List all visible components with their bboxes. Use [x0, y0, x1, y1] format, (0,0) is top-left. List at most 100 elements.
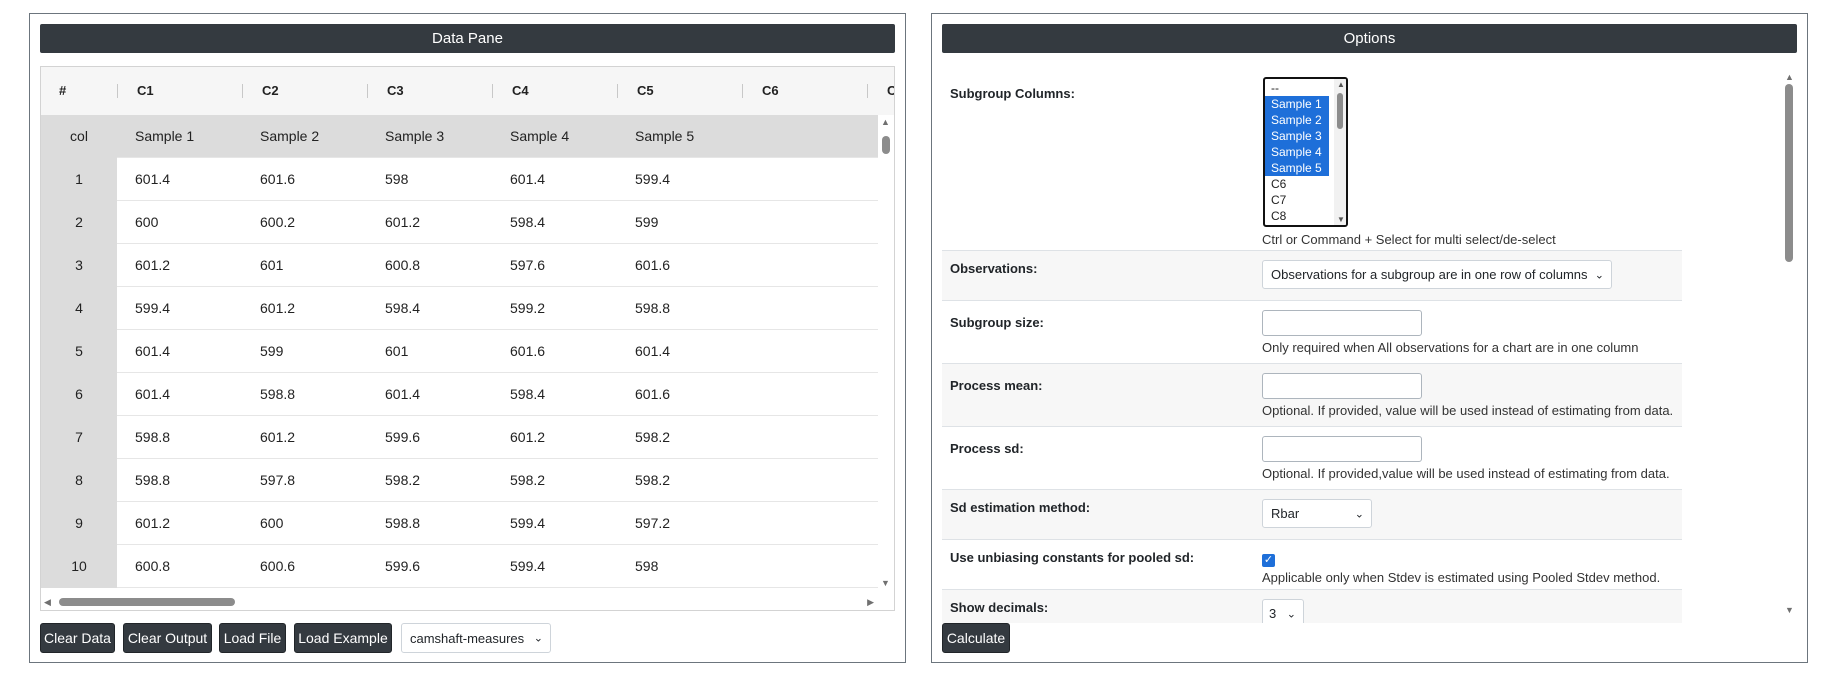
table-cell[interactable]: 601.6: [242, 158, 367, 201]
table-cell[interactable]: 601.2: [117, 502, 242, 545]
table-cell[interactable]: 598: [617, 545, 742, 588]
scroll-down-arrow-icon[interactable]: ▼: [881, 578, 890, 588]
table-cell[interactable]: 601.4: [117, 330, 242, 373]
table-cell[interactable]: 601.4: [367, 373, 492, 416]
table-cell[interactable]: 599.6: [367, 416, 492, 459]
table-cell[interactable]: 601.6: [492, 330, 617, 373]
column-header-c6[interactable]: C6: [742, 67, 867, 115]
column-header-c4[interactable]: C4: [492, 67, 617, 115]
table-cell[interactable]: 601.4: [617, 330, 742, 373]
scroll-down-arrow-icon[interactable]: ▼: [1337, 215, 1345, 224]
options-vertical-scrollbar[interactable]: ▲ ▼: [1781, 66, 1797, 623]
table-cell[interactable]: 601.4: [117, 373, 242, 416]
table-cell[interactable]: 598.2: [492, 459, 617, 502]
table-cell[interactable]: 599.6: [367, 545, 492, 588]
column-header-c1[interactable]: C1: [117, 67, 242, 115]
process-mean-input[interactable]: [1262, 373, 1422, 399]
listbox-option[interactable]: Sample 1: [1265, 96, 1329, 112]
example-dataset-select[interactable]: camshaft-measures ⌄: [401, 623, 551, 653]
table-cell[interactable]: [742, 201, 867, 244]
table-cell[interactable]: [742, 459, 867, 502]
table-cell[interactable]: 598.8: [117, 416, 242, 459]
table-cell[interactable]: 599.4: [492, 545, 617, 588]
table-cell[interactable]: 600.8: [367, 244, 492, 287]
table-cell[interactable]: 599.2: [492, 287, 617, 330]
table-cell[interactable]: 601.4: [117, 158, 242, 201]
clear-data-button[interactable]: Clear Data: [40, 623, 115, 653]
column-name-cell[interactable]: Sample 4: [492, 115, 617, 158]
listbox-option[interactable]: C8: [1265, 208, 1329, 224]
table-cell[interactable]: 598.2: [617, 416, 742, 459]
column-name-cell[interactable]: Sample 1: [117, 115, 242, 158]
listbox-option[interactable]: --: [1265, 80, 1329, 96]
table-cell[interactable]: 600.6: [242, 545, 367, 588]
table-cell[interactable]: 601.2: [367, 201, 492, 244]
table-cell[interactable]: [742, 330, 867, 373]
table-cell[interactable]: [742, 158, 867, 201]
scroll-up-arrow-icon[interactable]: ▲: [881, 117, 890, 127]
table-cell[interactable]: [742, 416, 867, 459]
listbox-scroll-thumb[interactable]: [1337, 93, 1343, 129]
column-header-c3[interactable]: C3: [367, 67, 492, 115]
table-cell[interactable]: 598.4: [492, 201, 617, 244]
table-cell[interactable]: 601: [242, 244, 367, 287]
table-cell[interactable]: 597.2: [617, 502, 742, 545]
column-name-cell[interactable]: Sample 2: [242, 115, 367, 158]
load-example-button[interactable]: Load Example: [294, 623, 392, 653]
grid-vertical-scrollbar[interactable]: ▲ ▼: [878, 115, 894, 590]
table-cell[interactable]: 598.2: [367, 459, 492, 502]
load-file-button[interactable]: Load File: [219, 623, 286, 653]
vertical-scroll-thumb[interactable]: [882, 136, 890, 154]
table-cell[interactable]: [742, 502, 867, 545]
options-scroll-thumb[interactable]: [1785, 84, 1793, 262]
table-cell[interactable]: 601.4: [492, 158, 617, 201]
table-cell[interactable]: 601.2: [242, 287, 367, 330]
column-header-c2[interactable]: C2: [242, 67, 367, 115]
show-decimals-select[interactable]: 3 ⌄: [1262, 599, 1304, 623]
observations-select[interactable]: Observations for a subgroup are in one r…: [1262, 260, 1612, 289]
data-grid[interactable]: # C1 C2 C3 C4 C5 C6 C7 col Sample 1 Samp…: [40, 66, 895, 611]
listbox-scrollbar[interactable]: ▲ ▼: [1334, 79, 1346, 225]
unbiasing-checkbox[interactable]: ✓: [1262, 554, 1275, 567]
table-cell[interactable]: 598.8: [242, 373, 367, 416]
listbox-option[interactable]: Sample 4: [1265, 144, 1329, 160]
table-cell[interactable]: 601.6: [617, 244, 742, 287]
table-cell[interactable]: 598.4: [492, 373, 617, 416]
grid-horizontal-scrollbar[interactable]: ◀ ▶: [41, 594, 880, 610]
table-cell[interactable]: 599: [242, 330, 367, 373]
table-cell[interactable]: 598.4: [367, 287, 492, 330]
listbox-option[interactable]: Sample 5: [1265, 160, 1329, 176]
listbox-option[interactable]: Sample 2: [1265, 112, 1329, 128]
table-cell[interactable]: 600.2: [242, 201, 367, 244]
table-cell[interactable]: 598.8: [367, 502, 492, 545]
table-cell[interactable]: 599: [617, 201, 742, 244]
table-cell[interactable]: [742, 287, 867, 330]
table-cell[interactable]: 598: [367, 158, 492, 201]
table-cell[interactable]: 600.8: [117, 545, 242, 588]
subgroup-size-input[interactable]: [1262, 310, 1422, 336]
sd-method-select[interactable]: Rbar ⌄: [1262, 499, 1372, 528]
table-cell[interactable]: 599.4: [492, 502, 617, 545]
table-cell[interactable]: 599.4: [117, 287, 242, 330]
table-cell[interactable]: 601: [367, 330, 492, 373]
column-name-cell[interactable]: Sample 3: [367, 115, 492, 158]
horizontal-scroll-thumb[interactable]: [59, 598, 235, 606]
scroll-right-arrow-icon[interactable]: ▶: [867, 597, 874, 607]
table-cell[interactable]: 600: [242, 502, 367, 545]
table-cell[interactable]: 601.2: [117, 244, 242, 287]
calculate-button[interactable]: Calculate: [942, 623, 1010, 653]
table-cell[interactable]: 601.2: [492, 416, 617, 459]
column-header-c5[interactable]: C5: [617, 67, 742, 115]
column-header-c7[interactable]: C7: [867, 67, 894, 115]
table-cell[interactable]: 601.6: [617, 373, 742, 416]
table-cell[interactable]: 601.2: [242, 416, 367, 459]
clear-output-button[interactable]: Clear Output: [123, 623, 212, 653]
table-cell[interactable]: [742, 244, 867, 287]
scroll-up-arrow-icon[interactable]: ▲: [1337, 80, 1345, 89]
listbox-option[interactable]: Sample 3: [1265, 128, 1329, 144]
table-cell[interactable]: [742, 545, 867, 588]
table-cell[interactable]: 598.8: [117, 459, 242, 502]
process-sd-input[interactable]: [1262, 436, 1422, 462]
table-cell[interactable]: 597.6: [492, 244, 617, 287]
scroll-up-arrow-icon[interactable]: ▲: [1785, 72, 1794, 82]
